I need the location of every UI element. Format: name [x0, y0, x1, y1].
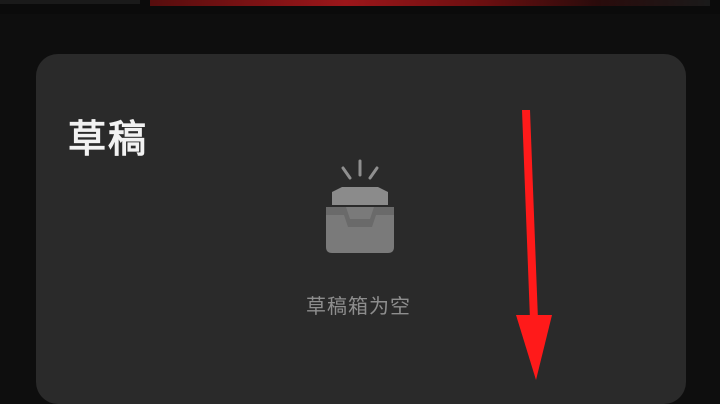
red-down-arrow-annotation: [500, 100, 570, 384]
top-strip-banner: [150, 0, 710, 6]
drafts-title: 草稿: [68, 117, 149, 161]
inbox-empty-icon: [320, 155, 400, 265]
top-strip-left: [0, 0, 140, 4]
empty-drafts-message: 草稿箱为空: [306, 294, 411, 318]
top-media-strip: [0, 0, 720, 14]
